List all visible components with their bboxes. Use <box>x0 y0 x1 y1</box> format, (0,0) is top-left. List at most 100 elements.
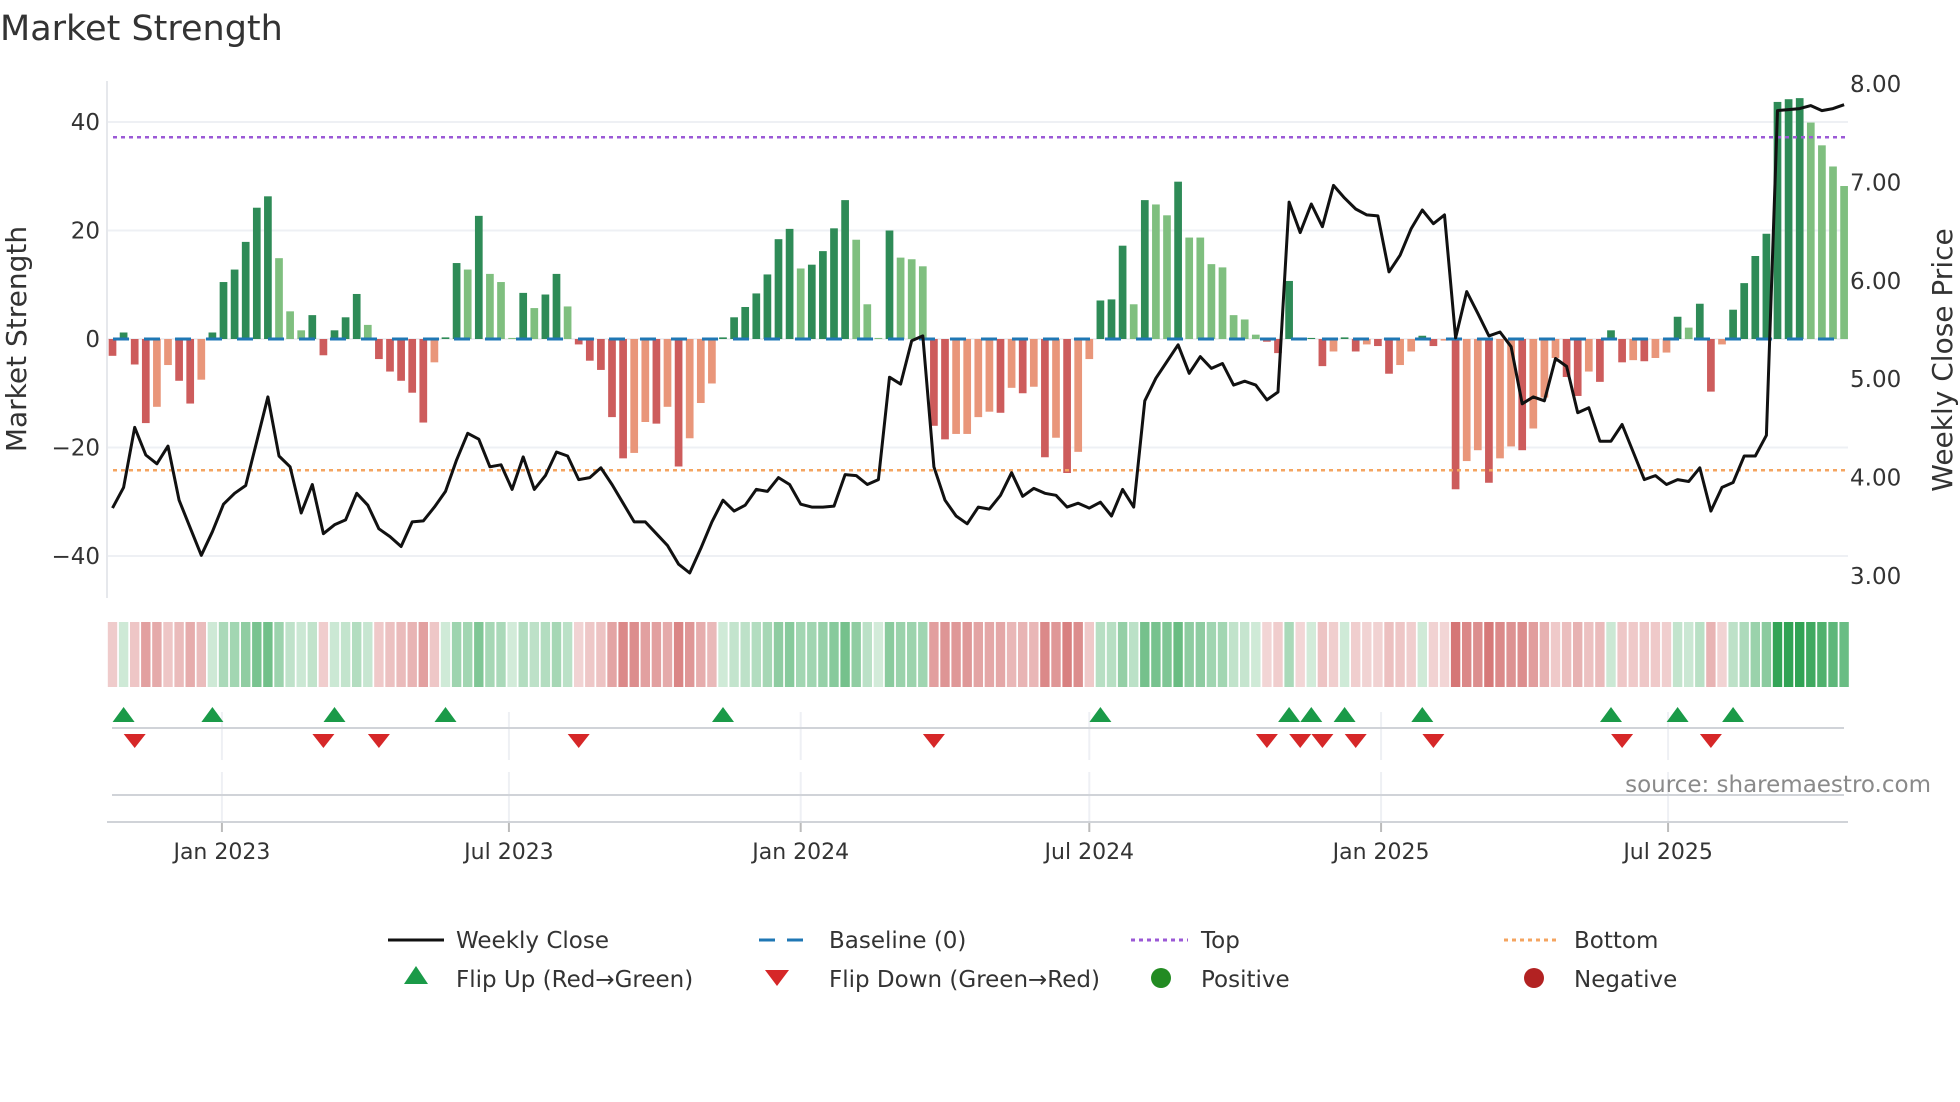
strength-bar <box>1129 304 1138 339</box>
legend-item-bottom: Bottom <box>1504 928 1658 954</box>
heat-cell <box>141 622 151 687</box>
strength-bar <box>885 230 894 339</box>
flip-up-marker <box>1300 707 1323 722</box>
strength-bar <box>785 228 794 339</box>
strength-bar <box>1584 339 1593 372</box>
strength-bar <box>153 339 161 407</box>
strength-bar <box>130 339 139 365</box>
strength-bar <box>275 258 283 339</box>
heat-cell <box>241 622 251 687</box>
flip-up-marker <box>323 707 346 722</box>
heat-cell <box>973 622 983 687</box>
legend-label: Positive <box>1201 967 1290 993</box>
flip-up-marker <box>1278 707 1301 722</box>
y2-tick-label: 8.00 <box>1850 72 1901 98</box>
heat-cell <box>1173 622 1183 687</box>
strength-bar <box>1074 339 1083 452</box>
y-tick-label: −20 <box>51 436 100 462</box>
y2-tick-label: 3.00 <box>1850 564 1901 590</box>
heat-cell <box>562 622 573 687</box>
strength-bar <box>741 306 750 339</box>
strength-bar <box>1707 339 1715 392</box>
strength-bar <box>497 282 505 339</box>
strength-bar <box>1840 186 1848 339</box>
strength-bar <box>896 257 905 339</box>
strength-bar <box>1329 339 1338 352</box>
heat-cell <box>1750 622 1760 687</box>
strength-bar <box>674 339 683 467</box>
heat-cell <box>218 622 229 687</box>
strength-bar <box>730 317 738 339</box>
legend-label: Flip Down (Green→Red) <box>829 967 1100 993</box>
heat-cell <box>862 622 872 687</box>
heat-cell <box>1006 622 1017 687</box>
strength-bar <box>463 269 472 339</box>
x-tick-label: Jul 2024 <box>1043 840 1135 865</box>
strength-bar <box>1196 237 1205 339</box>
heat-cell <box>1162 622 1172 687</box>
heat-cell <box>918 622 928 687</box>
strength-bar <box>985 339 994 412</box>
strength-bar <box>1052 339 1060 438</box>
x-tick-label: Jul 2025 <box>1621 840 1713 865</box>
heat-cell <box>1417 622 1427 687</box>
heat-cell <box>696 622 706 687</box>
strength-bar <box>1673 316 1682 339</box>
strength-bar <box>486 273 494 339</box>
strength-bar <box>363 324 372 339</box>
heat-cell <box>1739 622 1749 687</box>
heat-cell <box>1595 622 1605 687</box>
heat-cell <box>1206 622 1217 687</box>
heat-cell <box>1639 622 1649 687</box>
strength-bar <box>1596 339 1604 382</box>
x-tick-label: Jan 2025 <box>1331 840 1430 865</box>
heat-cell <box>651 622 662 687</box>
x-tick-label: Jan 2023 <box>171 840 270 865</box>
strength-bar <box>552 273 561 339</box>
strength-bar <box>1806 122 1815 339</box>
heat-cell <box>1284 622 1294 687</box>
heat-cell <box>796 622 806 687</box>
heat-cell <box>640 622 650 687</box>
strength-bar <box>563 306 572 339</box>
strength-bar <box>796 268 805 339</box>
strength-bar <box>1385 339 1393 374</box>
heat-cell <box>984 622 995 687</box>
heat-cell <box>1828 622 1838 687</box>
heat-cell <box>352 622 362 687</box>
flip-down-marker <box>1344 734 1367 748</box>
heat-cell <box>940 622 950 687</box>
strength-bar <box>1695 303 1704 339</box>
strength-bar <box>630 339 639 453</box>
flip-up-marker <box>201 707 224 722</box>
legend-item-baseline: Baseline (0) <box>759 928 966 954</box>
strength-bar <box>663 339 672 407</box>
heat-cell <box>1317 622 1328 687</box>
heat-cell <box>1650 622 1661 687</box>
strength-bar <box>1374 339 1382 347</box>
strength-bar <box>1496 339 1504 459</box>
strength-bar <box>1240 319 1249 339</box>
strength-bar <box>1462 339 1471 462</box>
legend-item-flip-up: Flip Up (Red→Green) <box>404 966 693 993</box>
heat-cell <box>1761 622 1772 687</box>
strength-bar <box>352 293 361 339</box>
strength-bar <box>1041 339 1049 458</box>
strength-bar <box>319 339 328 356</box>
heat-cell <box>1151 622 1161 687</box>
legend-label: Negative <box>1574 967 1677 993</box>
heat-cell <box>1661 622 1672 687</box>
strength-bar <box>874 337 883 339</box>
heat-cell <box>1240 622 1250 687</box>
heat-cell <box>1772 622 1783 687</box>
heat-cell <box>1195 622 1205 687</box>
y-tick-label: −40 <box>51 544 100 570</box>
heat-cell <box>1184 622 1194 687</box>
legend-label: Top <box>1200 928 1240 954</box>
y2-tick-label: 5.00 <box>1850 367 1901 393</box>
strength-bar <box>719 337 727 339</box>
strength-bar <box>230 269 239 339</box>
heat-cell <box>907 622 917 687</box>
heat-cell <box>474 622 484 687</box>
legend-item-positive: Positive <box>1151 967 1290 993</box>
